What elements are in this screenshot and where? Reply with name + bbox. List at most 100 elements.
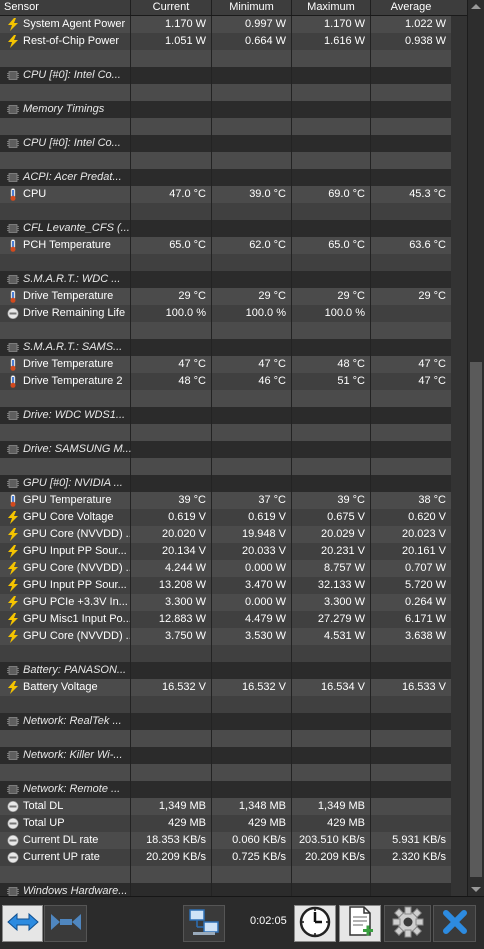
close-button[interactable] (433, 905, 476, 942)
sensor-row[interactable]: Current DL rate 18.353 KB/s 0.060 KB/s 203.… (0, 832, 451, 849)
empty-cell (371, 866, 451, 883)
scrollbar-thumb[interactable] (470, 362, 482, 877)
group-header-row[interactable]: GPU [#0]: NVIDIA ... (0, 475, 451, 492)
column-header-maximum[interactable]: Maximum (292, 0, 371, 15)
sensor-row[interactable]: GPU Core (NVVDD) ... 20.020 V 19.948 V 20.0… (0, 526, 451, 543)
empty-cell (131, 50, 212, 67)
group-header-row[interactable]: Network: Killer Wi-... (0, 747, 451, 764)
minimum-value: 4.479 W (212, 611, 292, 628)
sensor-row[interactable]: GPU Core (NVVDD) ... 4.244 W 0.000 W 8.757 … (0, 560, 451, 577)
column-header-sensor[interactable]: Sensor (0, 0, 131, 15)
sensor-row[interactable]: Current UP rate 20.209 KB/s 0.725 KB/s 20.2… (0, 849, 451, 866)
vertical-scrollbar[interactable] (467, 0, 484, 896)
sensor-row[interactable]: CPU 47.0 °C 39.0 °C 69.0 °C 45.3 °C (0, 186, 451, 203)
sensor-row[interactable]: GPU Temperature 39 °C 37 °C 39 °C 38 °C (0, 492, 451, 509)
group-header-row[interactable]: Memory Timings (0, 101, 451, 118)
maximum-value: 48 °C (292, 356, 371, 373)
sensor-row[interactable]: GPU Input PP Sour... 20.134 V 20.033 V 20.2… (0, 543, 451, 560)
group-name: Drive: SAMSUNG M... (23, 443, 132, 455)
group-header-row[interactable]: S.M.A.R.T.: WDC ... (0, 271, 451, 288)
sensor-row[interactable]: Drive Temperature 29 °C 29 °C 29 °C 29 °C (0, 288, 451, 305)
group-header-row[interactable]: ACPI: Acer Predat... (0, 169, 451, 186)
empty-cell (371, 730, 451, 747)
blank-row (0, 254, 451, 271)
empty-cell (212, 152, 292, 169)
empty-cell (0, 390, 131, 407)
empty-cell (371, 764, 451, 781)
sensor-name: PCH Temperature (0, 237, 131, 254)
group-header-row[interactable]: Network: Remote ... (0, 781, 451, 798)
group-header-row[interactable]: Network: RealTek ... (0, 713, 451, 730)
sensor-label: PCH Temperature (23, 239, 111, 251)
current-value: 39 °C (131, 492, 212, 509)
average-value (371, 798, 451, 815)
maximum-value: 4.531 W (292, 628, 371, 645)
maximum-value: 51 °C (292, 373, 371, 390)
empty-cell (292, 50, 371, 67)
sensor-name: GPU Core (NVVDD) ... (0, 560, 131, 577)
current-value: 20.134 V (131, 543, 212, 560)
column-header-average[interactable]: Average (371, 0, 451, 15)
settings-button[interactable] (384, 905, 431, 942)
group-header-row[interactable]: Drive: SAMSUNG M... (0, 441, 451, 458)
average-value: 6.171 W (405, 613, 446, 625)
sensor-label: System Agent Power (23, 18, 126, 30)
sensor-row[interactable]: GPU PCIe +3.3V In... 3.300 W 0.000 W 3.300 … (0, 594, 451, 611)
maximum-value: 3.300 W (292, 594, 371, 611)
group-header-row[interactable]: CPU [#0]: Intel Co... (0, 135, 451, 152)
sensor-row[interactable]: Drive Temperature 2 48 °C 46 °C 51 °C 47 °C (0, 373, 451, 390)
sensor-row[interactable]: Total UP 429 MB 429 MB 429 MB (0, 815, 451, 832)
chip-icon (7, 885, 19, 896)
empty-cell (371, 118, 451, 135)
sensor-row[interactable]: Rest-of-Chip Power 1.051 W 0.664 W 1.616 W 0… (0, 33, 451, 50)
blank-row (0, 50, 451, 67)
sensor-name: Current UP rate (0, 849, 131, 866)
group-name: Network: RealTek ... (23, 715, 122, 727)
sensor-label: CPU (23, 188, 47, 200)
sensor-label: Drive Temperature 2 (23, 375, 123, 387)
current-value: 429 MB (131, 815, 212, 832)
scroll-up-icon[interactable] (471, 4, 481, 9)
group-header-row[interactable]: Windows Hardware... (0, 883, 451, 896)
group-header-row[interactable]: CFL Levante_CFS (... (0, 220, 451, 237)
sensor-row[interactable]: GPU Core (NVVDD) ... 3.750 W 3.530 W 4.531 … (0, 628, 451, 645)
network-button[interactable] (183, 905, 225, 942)
sensor-row[interactable]: Drive Temperature 47 °C 47 °C 48 °C 47 °C (0, 356, 451, 373)
sensor-row[interactable]: GPU Core Voltage 0.619 V 0.619 V 0.675 V 0.6… (0, 509, 451, 526)
table-header: Sensor Current Minimum Maximum Average (0, 0, 467, 16)
collapse-button[interactable] (44, 905, 87, 942)
minimum-value: 0.997 W (212, 16, 292, 33)
group-header-row[interactable]: Drive: WDC WDS1... (0, 407, 451, 424)
minimum-value: 0.664 W (212, 33, 292, 50)
sensor-row[interactable]: System Agent Power 1.170 W 0.997 W 1.170 W 1… (0, 16, 451, 33)
scroll-down-icon[interactable] (471, 887, 481, 892)
sensor-row[interactable]: GPU Misc1 Input Po... 12.883 W 4.479 W 27.2… (0, 611, 451, 628)
sensor-row[interactable]: Drive Remaining Life 100.0 % 100.0 % 100.0 … (0, 305, 451, 322)
clock-button[interactable] (294, 905, 336, 942)
blank-row (0, 696, 451, 713)
current-value: 1,349 MB (131, 798, 212, 815)
maximum-value: 20.231 V (292, 543, 371, 560)
current-value: 47.0 °C (131, 186, 212, 203)
add-report-button[interactable] (339, 905, 381, 942)
average-value: 3.638 W (405, 630, 446, 642)
empty-cell (371, 322, 451, 339)
empty-cell (131, 645, 212, 662)
sensor-row[interactable]: Battery Voltage 16.532 V 16.532 V 16.534 V1… (0, 679, 451, 696)
column-header-minimum[interactable]: Minimum (212, 0, 292, 15)
empty-cell (131, 458, 212, 475)
sensor-row[interactable]: GPU Input PP Sour... 13.208 W 3.470 W 32.13… (0, 577, 451, 594)
sensor-row[interactable]: PCH Temperature 65.0 °C 62.0 °C 65.0 °C 63.6… (0, 237, 451, 254)
column-header-current[interactable]: Current (131, 0, 212, 15)
group-header-row[interactable]: CPU [#0]: Intel Co... (0, 67, 451, 84)
sensor-row[interactable]: Total DL 1,349 MB 1,348 MB 1,349 MB (0, 798, 451, 815)
group-name: S.M.A.R.T.: WDC ... (23, 273, 121, 285)
empty-cell (292, 696, 371, 713)
maximum-value: 65.0 °C (292, 237, 371, 254)
group-header-row[interactable]: Battery: PANASON... (0, 662, 451, 679)
average-value: 5.931 KB/s (392, 834, 446, 846)
current-value: 1.170 W (131, 16, 212, 33)
sensor-name: GPU Core (NVVDD) ... (0, 628, 131, 645)
group-header-row[interactable]: S.M.A.R.T.: SAMS... (0, 339, 451, 356)
expand-button[interactable] (2, 905, 43, 942)
